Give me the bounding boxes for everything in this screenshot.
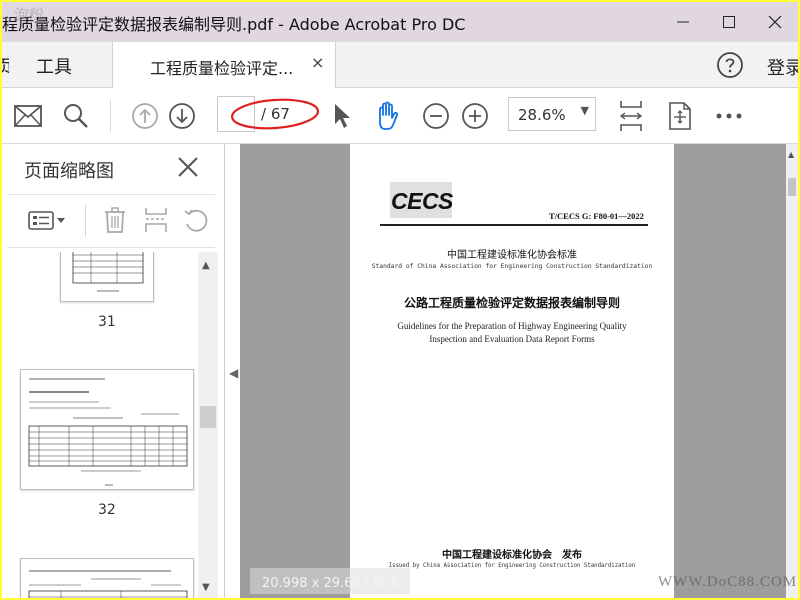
document-title-en-line1: Guidelines for the Preparation of Highwa… <box>397 321 627 331</box>
thumbnail-label-32: 32 <box>98 502 116 518</box>
thumbnail-page-32[interactable] <box>20 369 194 490</box>
search-button[interactable] <box>58 98 94 134</box>
zoom-in-button[interactable] <box>457 98 493 134</box>
help-button[interactable] <box>716 51 744 79</box>
document-title-cn: 公路工程质量检验评定数据报表编制导则 <box>403 296 620 310</box>
page-size-overlay: 20.998 x 29.697 厘米 <box>250 568 410 594</box>
scrollbar-thumb[interactable] <box>788 178 796 196</box>
arrow-down-circle-icon <box>169 103 195 129</box>
panel-title: 页面缩略图 <box>24 161 114 182</box>
zoom-value: 28.6% <box>518 106 566 124</box>
hand-icon <box>379 101 399 130</box>
hand-tool-button[interactable] <box>370 98 406 134</box>
standard-name-en: Standard of China Association for Engine… <box>371 263 653 270</box>
insert-page-button[interactable] <box>141 205 171 235</box>
insert-page-icon <box>145 208 167 232</box>
more-tools-button[interactable] <box>711 98 747 134</box>
panel-toolbar <box>7 194 215 248</box>
rotate-icon <box>184 209 208 232</box>
thumbnail-label-31: 31 <box>98 314 116 330</box>
delete-page-button[interactable] <box>100 205 130 235</box>
zoom-out-button[interactable] <box>418 98 454 134</box>
tab-bar: 页 工具 工程质量检验评定... × 登录 <box>2 42 798 88</box>
thumbnail-scrollbar[interactable]: ▲ ▼ <box>198 252 218 598</box>
previous-page-button[interactable] <box>127 98 163 134</box>
zoom-select[interactable]: 28.6% ▼ <box>508 97 596 131</box>
tab-tools[interactable]: 工具 <box>36 53 72 79</box>
chevron-down-icon: ▼ <box>580 104 589 117</box>
full-screen-button[interactable] <box>662 98 698 134</box>
arrow-up-circle-icon <box>132 103 158 129</box>
maximize-button[interactable] <box>706 2 752 42</box>
toolbar-divider <box>110 100 111 132</box>
more-dots-icon <box>716 113 742 119</box>
scroll-up-icon[interactable]: ▲ <box>788 150 794 159</box>
standard-name-cn: 中国工程建设标准化协会标准 <box>447 250 577 261</box>
page-thumbnails-panel: 页面缩略图 31 32 ▲ ▼ <box>2 144 225 598</box>
tab-document[interactable]: 工程质量检验评定... × <box>112 42 336 88</box>
tab-document-label: 工程质量检验评定... <box>150 59 294 78</box>
watermark-bottom-right: WWW.DoC88.COM <box>658 574 798 590</box>
acrobat-window: 程质量检验评定数据报表编制导则.pdf - Adobe Acrobat Pro … <box>2 2 798 598</box>
plus-circle-icon <box>462 103 488 129</box>
maximize-icon <box>723 16 735 28</box>
trash-icon <box>105 207 125 233</box>
close-icon <box>178 157 198 177</box>
scrollbar-thumb[interactable] <box>200 406 216 428</box>
header-rule <box>380 224 648 226</box>
page-size-text: 20.998 x 29.697 厘米 <box>262 576 400 591</box>
search-icon <box>64 104 88 128</box>
page-expand-icon <box>669 102 691 130</box>
select-tool-button[interactable] <box>324 98 360 134</box>
fit-width-icon <box>619 101 643 131</box>
minus-circle-icon <box>423 103 449 129</box>
toolbar: / 67 28.6% ▼ <box>2 88 798 144</box>
page-thumbnail-image <box>28 570 188 598</box>
document-title-en-line2: Inspection and Evaluation Data Report Fo… <box>429 334 595 344</box>
mail-icon <box>14 105 42 127</box>
panel-toolbar-divider <box>85 205 86 237</box>
thumbnail-page-33[interactable] <box>20 558 194 598</box>
page-thumbnail-image <box>72 252 144 292</box>
email-button[interactable] <box>10 98 46 134</box>
tab-home-partial[interactable]: 页 <box>2 53 9 79</box>
close-icon <box>768 15 782 29</box>
red-ellipse-annotation <box>230 98 320 130</box>
login-link[interactable]: 登录 <box>767 54 798 80</box>
fit-width-button[interactable] <box>613 96 649 136</box>
document-scrollbar[interactable]: ▲ <box>786 144 798 598</box>
watermark-top-left: 泡粉 <box>12 6 43 24</box>
close-window-button[interactable] <box>752 2 798 42</box>
rotate-page-button[interactable] <box>181 205 211 235</box>
scroll-up-icon[interactable]: ▲ <box>202 260 210 271</box>
collapse-panel-icon[interactable]: ◀ <box>229 366 238 380</box>
panel-close-button[interactable] <box>176 155 200 179</box>
title-bar: 程质量检验评定数据报表编制导则.pdf - Adobe Acrobat Pro … <box>2 2 798 42</box>
minimize-button[interactable] <box>660 2 706 42</box>
cecs-logo-text: CECS <box>391 188 453 214</box>
standard-code: T/CECS G: F80-01—2022 <box>549 211 644 221</box>
help-icon <box>717 52 743 78</box>
scroll-down-icon[interactable]: ▼ <box>202 582 210 593</box>
list-options-icon <box>28 211 65 230</box>
thumbnail-page-31[interactable] <box>60 252 154 302</box>
minimize-icon <box>677 21 689 23</box>
thumbnail-list[interactable]: 31 32 <box>2 252 198 598</box>
next-page-button[interactable] <box>164 98 200 134</box>
tab-close-button[interactable]: × <box>311 53 324 72</box>
pointer-arrow-icon <box>335 104 350 128</box>
publisher-cn: 中国工程建设标准化协会 发布 <box>442 550 582 561</box>
pdf-page: CECS T/CECS G: F80-01—2022 中国工程建设标准化协会标准… <box>350 144 674 598</box>
page-thumbnail-image <box>28 378 188 486</box>
window-title: 程质量检验评定数据报表编制导则.pdf - Adobe Acrobat Pro … <box>2 15 466 34</box>
thumbnail-options-button[interactable] <box>27 205 67 235</box>
document-view[interactable]: CECS T/CECS G: F80-01—2022 中国工程建设标准化协会标准… <box>240 144 786 598</box>
